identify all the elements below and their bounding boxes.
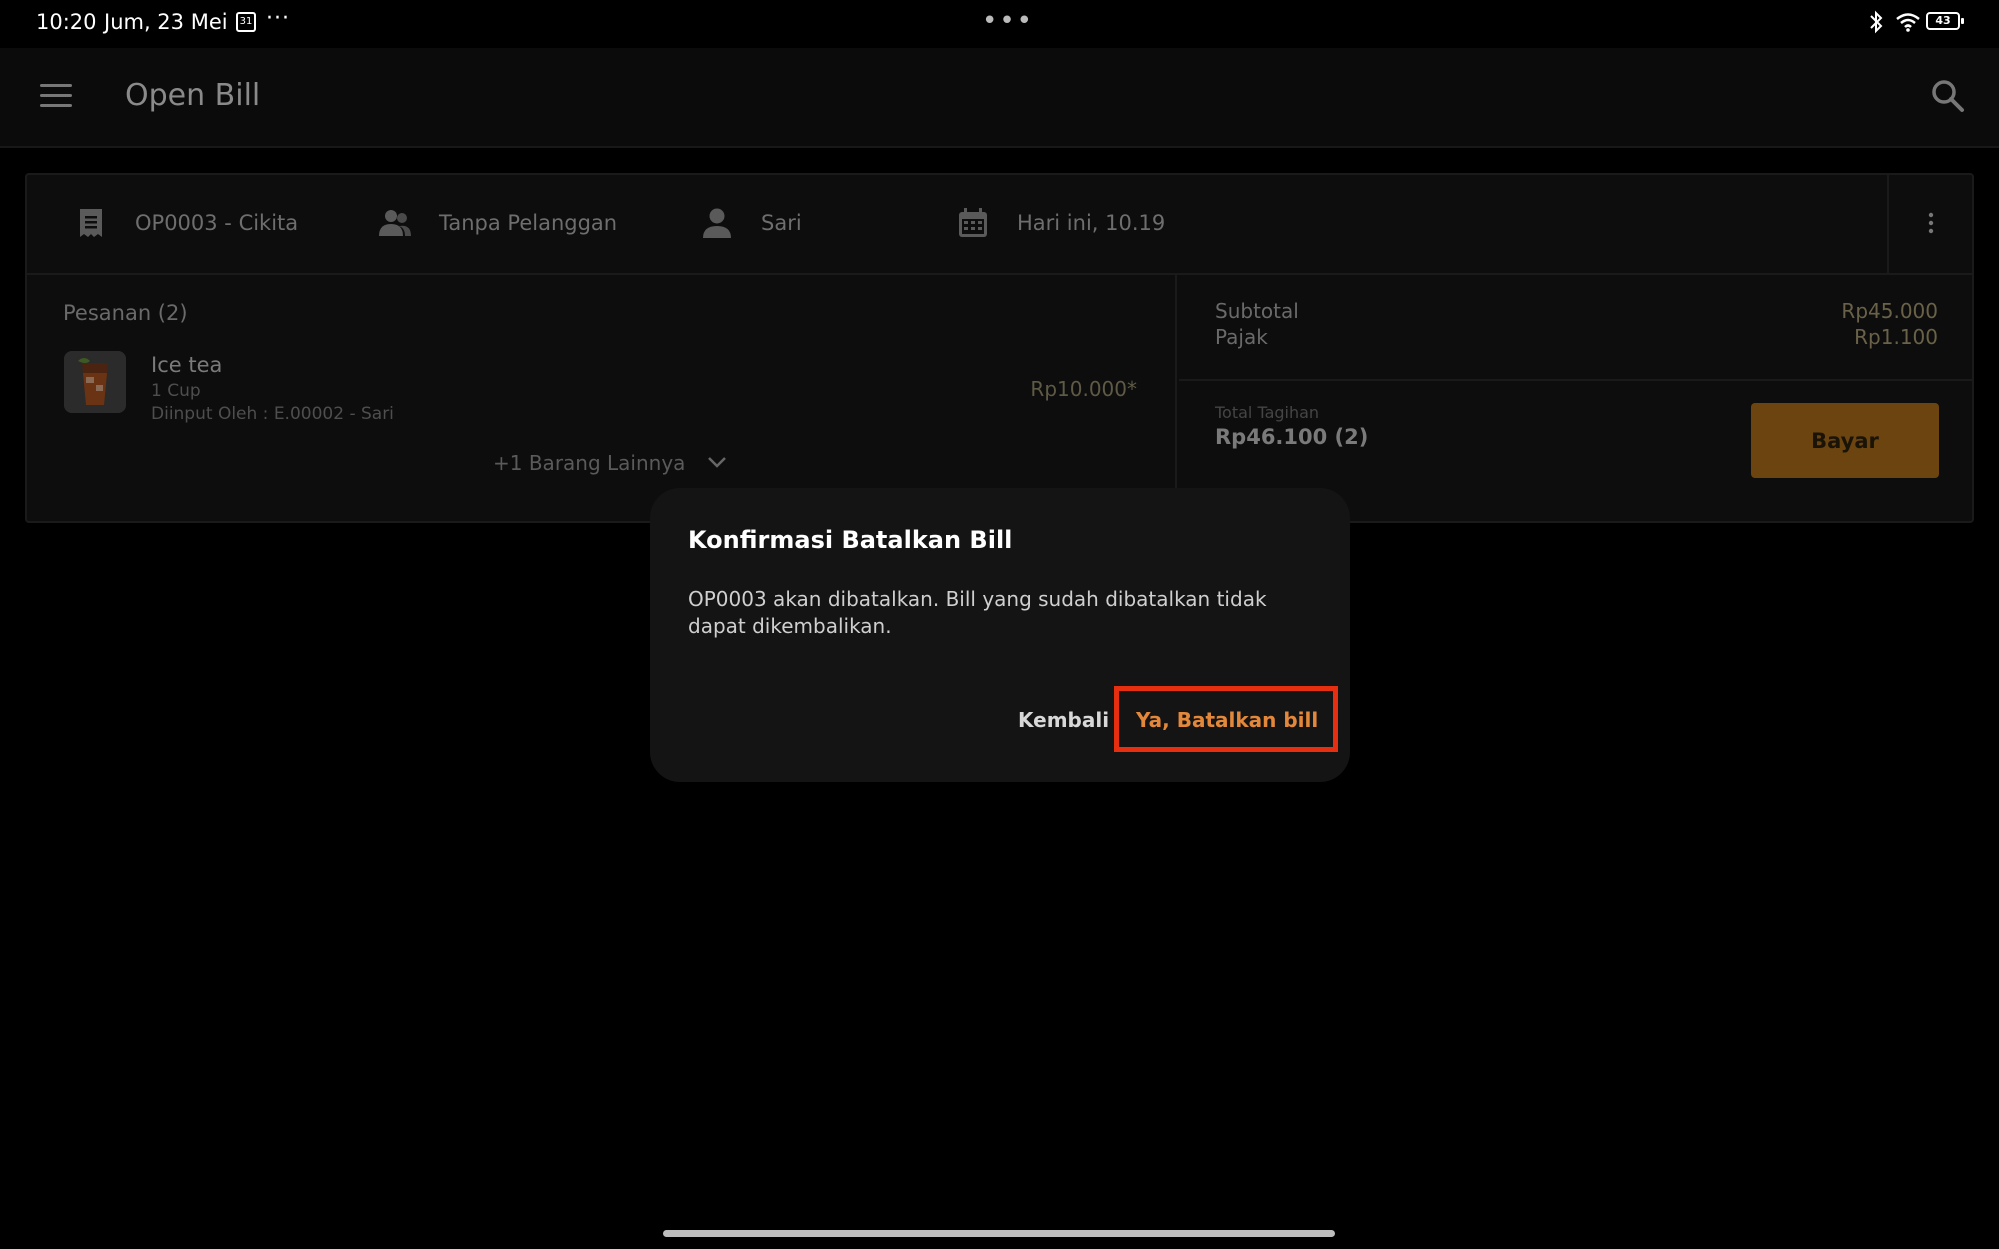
tax-label: Pajak bbox=[1215, 325, 1268, 349]
item-name: Ice tea bbox=[151, 353, 223, 377]
subtotal-value: Rp45.000 bbox=[1841, 299, 1938, 323]
person-icon bbox=[699, 205, 735, 241]
bill-header: OP0003 - Cikita Tanpa Pelanggan Sari Har… bbox=[27, 175, 1972, 275]
bill-id-label: OP0003 - Cikita bbox=[135, 211, 299, 235]
subtotal-label: Subtotal bbox=[1215, 299, 1299, 323]
chevron-down-icon bbox=[707, 454, 727, 473]
hamburger-menu-icon[interactable] bbox=[40, 84, 72, 108]
more-items-label: +1 Barang Lainnya bbox=[493, 451, 686, 475]
summary-divider bbox=[1179, 379, 1974, 381]
tax-value: Rp1.100 bbox=[1854, 325, 1938, 349]
window-handle-dots-icon[interactable]: ••• bbox=[982, 6, 1034, 36]
tax-row: Pajak Rp1.100 bbox=[1215, 325, 1938, 349]
status-bar: 10:20 Jum, 23 Mei 31 ··· ••• 43 bbox=[0, 0, 1999, 48]
calendar-notification-icon: 31 bbox=[236, 12, 256, 32]
summary-panel: Subtotal Rp45.000 Pajak Rp1.100 Total Ta… bbox=[1179, 275, 1974, 521]
dialog-message: OP0003 akan dibatalkan. Bill yang sudah … bbox=[688, 587, 1267, 638]
calendar-icon bbox=[955, 205, 991, 241]
total-value: Rp46.100 (2) bbox=[1215, 425, 1369, 449]
item-image bbox=[64, 351, 126, 413]
date-label: Hari ini, 10.19 bbox=[1017, 211, 1166, 235]
confirm-cancel-button[interactable]: Ya, Batalkan bill bbox=[1136, 708, 1318, 732]
pay-button[interactable]: Bayar bbox=[1751, 403, 1939, 478]
customers-icon bbox=[377, 205, 413, 241]
bill-id-field[interactable]: OP0003 - Cikita bbox=[73, 205, 298, 241]
battery-icon: 43 bbox=[1926, 12, 1964, 30]
app-bar: Open Bill bbox=[0, 48, 1999, 148]
customer-label: Tanpa Pelanggan bbox=[439, 211, 618, 235]
item-entered-by: Diinput Oleh : E.00002 - Sari bbox=[151, 404, 394, 424]
bill-card: OP0003 - Cikita Tanpa Pelanggan Sari Har… bbox=[25, 173, 1974, 523]
bluetooth-icon bbox=[1868, 10, 1884, 38]
page-title: Open Bill bbox=[125, 78, 261, 113]
home-indicator[interactable] bbox=[663, 1230, 1335, 1237]
confirm-cancel-highlight: Ya, Batalkan bill bbox=[1114, 686, 1338, 752]
wifi-icon bbox=[1895, 12, 1921, 36]
header-divider bbox=[1887, 175, 1889, 275]
more-items-toggle[interactable]: +1 Barang Lainnya bbox=[493, 451, 727, 475]
staff-label: Sari bbox=[761, 211, 802, 235]
date-field[interactable]: Hari ini, 10.19 bbox=[955, 205, 1165, 241]
item-price: Rp10.000* bbox=[1030, 377, 1137, 401]
screen: 10:20 Jum, 23 Mei 31 ··· ••• 43 Open Bil… bbox=[0, 0, 1999, 1249]
staff-field[interactable]: Sari bbox=[699, 205, 802, 241]
subtotal-row: Subtotal Rp45.000 bbox=[1215, 299, 1938, 323]
search-icon[interactable] bbox=[1930, 78, 1966, 118]
customer-field[interactable]: Tanpa Pelanggan bbox=[377, 205, 617, 241]
orders-title: Pesanan (2) bbox=[63, 301, 188, 325]
more-options-icon[interactable] bbox=[1927, 211, 1935, 239]
item-quantity: 1 Cup bbox=[151, 381, 201, 401]
status-time: 10:20 bbox=[36, 10, 97, 34]
notification-overflow-icon: ··· bbox=[266, 6, 290, 31]
back-button[interactable]: Kembali bbox=[1018, 708, 1109, 732]
receipt-icon bbox=[73, 205, 109, 241]
dialog-title: Konfirmasi Batalkan Bill bbox=[688, 526, 1013, 554]
status-date: Jum, 23 Mei bbox=[104, 10, 228, 34]
total-label: Total Tagihan bbox=[1215, 403, 1320, 422]
orders-panel: Pesanan (2) Ice tea 1 Cup Diinput Oleh :… bbox=[27, 275, 1177, 521]
cancel-bill-dialog: Konfirmasi Batalkan Bill OP0003 akan dib… bbox=[650, 488, 1350, 782]
